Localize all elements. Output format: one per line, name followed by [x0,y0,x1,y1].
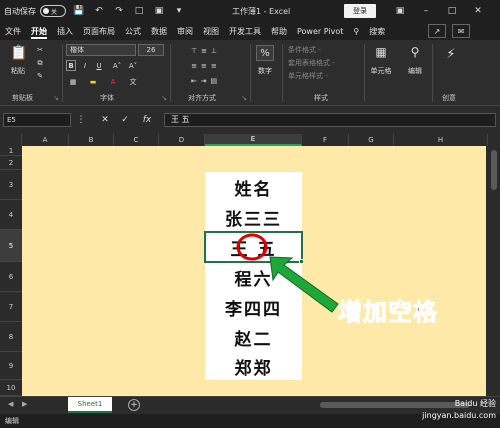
tab-insert[interactable]: 插入 [52,22,78,40]
bold-button[interactable]: B [66,60,76,71]
cell-styles-button[interactable]: 单元格样式 - [288,71,360,81]
insert-function-icon[interactable]: fx [140,113,154,127]
group-label-ideas: 创意 [442,94,456,102]
maximize-icon[interactable]: □ [444,3,460,19]
font-size-select[interactable]: 26 [138,44,164,56]
percent-icon[interactable]: % [256,45,274,61]
group-separator [364,44,365,102]
font-color-icon[interactable]: A [106,76,120,87]
edit-button[interactable]: 编辑 [404,66,426,76]
cells-button[interactable]: 单元格 [366,66,396,76]
ideas-icon[interactable]: ⚡ [442,44,460,64]
watermark: Baidu 经验 jingyan.baidu.com [372,398,496,428]
redo-icon[interactable]: ↷ [112,4,126,18]
close-icon[interactable]: ✕ [470,3,486,19]
group-label-styles: 样式 [314,94,328,102]
sheet-tab-sheet1[interactable]: Sheet1 [68,397,112,413]
more-options-icon[interactable]: ⋮ [74,113,88,127]
tab-review[interactable]: 审阅 [172,22,198,40]
comments-icon[interactable]: ✉ [452,24,470,38]
italic-button[interactable]: I [80,60,90,71]
vertical-align-icons[interactable]: ⊤≡⊥ [176,45,236,57]
font-name-select[interactable]: 楷体 [66,44,136,56]
underline-button[interactable]: U [94,60,104,71]
align-launcher-icon[interactable]: ↘ [240,94,248,102]
clipboard-launcher-icon[interactable]: ↘ [52,94,60,102]
highlight-circle [236,233,268,261]
phonetic-icon[interactable]: 文 [126,76,140,87]
formula-bar: E5 ⋮ ✕ ✓ fx 王 五 [0,110,500,130]
ribbon-tabs: 文件 开始 插入 页面布局 公式 数据 审阅 视图 开发工具 帮助 Power … [0,22,500,40]
borders-icon[interactable]: ▦ [66,76,80,87]
group-separator [250,44,251,102]
group-label-font: 字体 [100,94,114,102]
group-separator [62,44,63,102]
font-shrink-icon[interactable]: A˅ [128,60,138,71]
tab-power-pivot[interactable]: Power Pivot [292,22,348,40]
cancel-icon[interactable]: ✕ [98,113,112,127]
autosave-state: 关 [51,8,58,16]
horizontal-align-icons[interactable]: ≡≡≡ [176,60,236,72]
tab-developer[interactable]: 开发工具 [224,22,266,40]
font-launcher-icon[interactable]: ↘ [160,94,168,102]
group-separator [282,44,283,102]
undo-icon[interactable]: ↶ [92,4,106,18]
pointer-arrow [269,256,339,313]
cells-icon[interactable]: ▦ [372,44,390,60]
tab-formulas[interactable]: 公式 [120,22,146,40]
search-icon[interactable]: ⚲ [348,22,364,40]
edit-search-icon[interactable]: ⚲ [406,44,424,60]
format-as-table-button[interactable]: 套用表格格式 - [288,58,360,68]
toggle-knob [43,8,49,14]
copy-icon[interactable]: ⧉ [34,58,46,68]
add-sheet-icon[interactable]: + [128,399,140,411]
autosave-label: 自动保存 [4,6,36,16]
tab-help[interactable]: 帮助 [266,22,292,40]
number-format-button[interactable]: 数字 [254,66,276,76]
tab-view[interactable]: 视图 [198,22,224,40]
share-icon[interactable]: ↗ [428,24,446,38]
indent-icons[interactable]: ⇤⇥▤ [176,75,236,87]
print-preview-icon[interactable]: ▣ [152,4,166,18]
group-separator [170,44,171,102]
vertical-scrollbar[interactable] [488,134,500,396]
tab-search[interactable]: 搜索 [364,22,390,40]
ribbon-display-icon[interactable]: ▣ [392,3,408,19]
watermark-line2: jingyan.baidu.com [422,411,496,420]
worksheet-grid[interactable]: A B C D E F G H 1 2 3 4 5 6 7 8 9 10 姓名 … [0,134,500,396]
vertical-scroll-thumb[interactable] [491,150,497,190]
annotation-text: 增加空格 [338,298,438,327]
clipboard-icon[interactable]: 📋 [8,44,30,62]
format-painter-icon[interactable]: ✎ [34,71,46,81]
group-label-clipboard: 剪贴板 [12,94,33,102]
enter-icon[interactable]: ✓ [118,113,132,127]
next-sheet-icon[interactable]: ▶ [22,400,27,408]
ribbon: 📋 粘贴 ✂ ⧉ ✎ 剪贴板 ↘ 楷体 26 B I U A˄ A˅ ▦ ▬ A… [0,40,500,106]
save-icon[interactable]: 💾 [72,4,86,18]
autosave-toggle[interactable]: 关 [40,5,66,17]
annotation-overlay [236,233,339,313]
minimize-icon[interactable]: – [418,3,434,19]
prev-sheet-icon[interactable]: ◀ [8,400,13,408]
tab-page-layout[interactable]: 页面布局 [78,22,120,40]
group-label-align: 对齐方式 [188,94,216,102]
new-file-icon[interactable]: □ [132,4,146,18]
formula-input[interactable]: 王 五 [164,113,496,127]
fill-color-icon[interactable]: ▬ [86,76,100,87]
cut-icon[interactable]: ✂ [34,45,46,55]
customize-qat-icon[interactable]: ▾ [172,4,186,18]
group-separator [432,44,433,102]
tab-data[interactable]: 数据 [146,22,172,40]
watermark-line1: Baidu 经验 [454,399,496,408]
paste-button[interactable]: 粘贴 [6,66,30,76]
tab-home[interactable]: 开始 [26,22,52,40]
status-mode: 编辑 [5,417,19,425]
name-box[interactable]: E5 [3,113,71,127]
conditional-format-button[interactable]: 条件格式 - [288,45,356,55]
tab-file[interactable]: 文件 [0,22,26,40]
font-grow-icon[interactable]: A˄ [112,60,122,71]
document-title: 工作薄1 - Excel [232,7,291,16]
login-button[interactable]: 登录 [344,4,376,18]
